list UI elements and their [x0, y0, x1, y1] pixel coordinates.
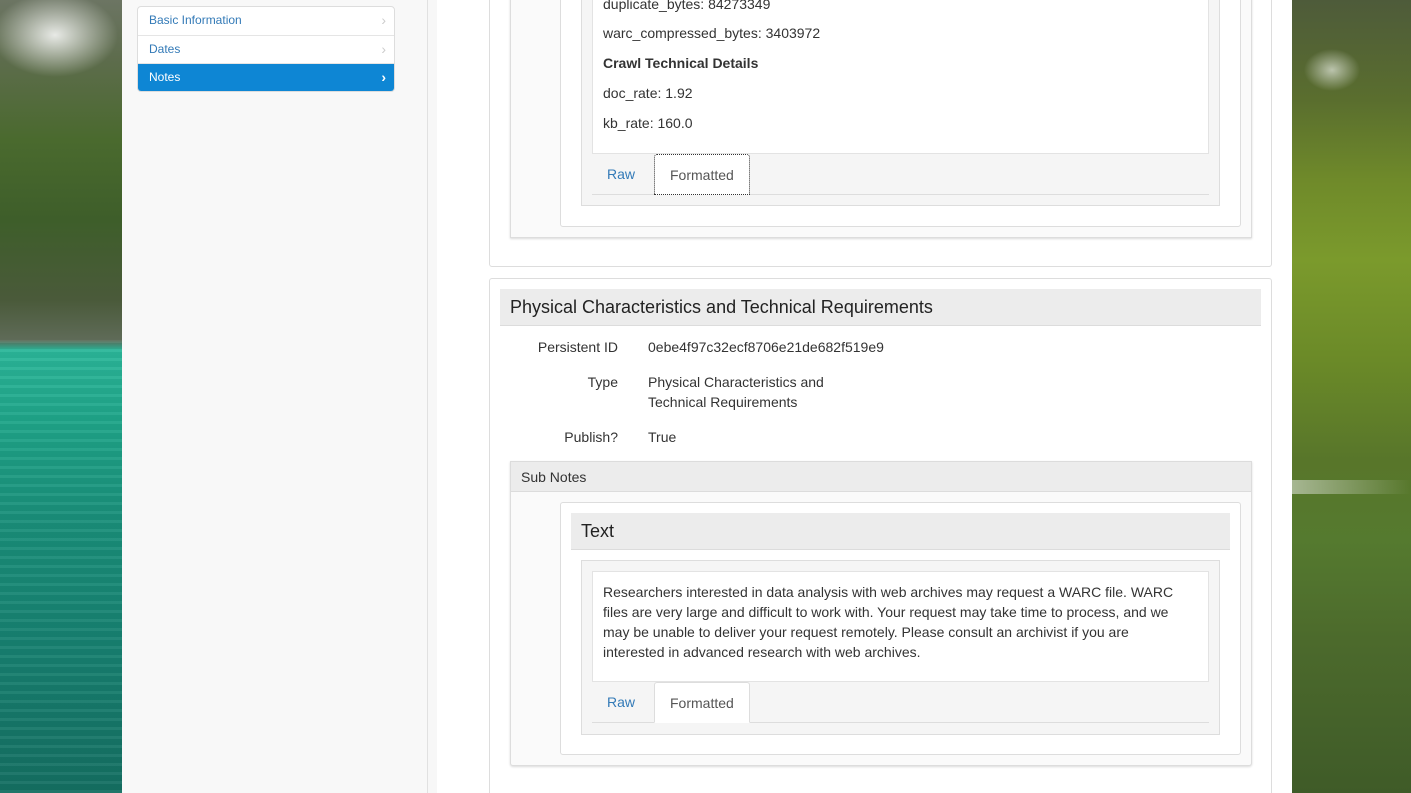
- sidebar-item-dates[interactable]: Dates ›: [138, 35, 394, 63]
- kb-rate-line: kb_rate: 160.0: [603, 115, 693, 131]
- type-value: Physical Characteristics and Technical R…: [648, 372, 824, 412]
- note-content-line: Researchers interested in data analysis …: [603, 584, 1174, 600]
- type-label: Type: [587, 374, 618, 390]
- chevron-right-icon: ›: [381, 41, 386, 57]
- persistent-id-label: Persistent ID: [537, 339, 618, 355]
- sidebar-item-label: Basic Information: [149, 13, 242, 27]
- chevron-right-icon: ›: [381, 12, 386, 28]
- publish-value: True: [648, 429, 677, 445]
- warc-compressed-bytes-line: warc_compressed_bytes: 3403972: [603, 25, 821, 41]
- publish-label: Publish?: [564, 429, 618, 445]
- sub-notes-header: Sub Notes: [510, 461, 1252, 492]
- note-content-line: may be unable to deliver your request re…: [603, 624, 1129, 640]
- sidebar-item-notes[interactable]: Notes ›: [138, 63, 394, 91]
- view-tabs-previous: Raw Formatted: [592, 154, 1209, 195]
- type-value-line: Technical Requirements: [648, 394, 798, 410]
- type-value-line: Physical Characteristics and: [648, 374, 824, 390]
- subnote-title: Text: [571, 513, 1230, 550]
- note-content-line: interested in advanced research with web…: [603, 644, 921, 660]
- sidebar-item-basic-information[interactable]: Basic Information ›: [138, 7, 394, 35]
- duplicate-bytes-line: duplicate_bytes: 84273349: [603, 0, 771, 12]
- sidebar: Basic Information › Dates › Notes ›: [122, 0, 428, 793]
- note-content-text: Researchers interested in data analysis …: [603, 582, 1203, 662]
- chevron-right-icon: ›: [381, 69, 386, 85]
- record-section-nav: Basic Information › Dates › Notes ›: [137, 6, 395, 92]
- crawl-technical-details-heading: Crawl Technical Details: [603, 55, 759, 71]
- note-title: Physical Characteristics and Technical R…: [500, 289, 1261, 326]
- tab-raw[interactable]: Raw: [592, 154, 650, 195]
- tab-formatted[interactable]: Formatted: [654, 154, 750, 195]
- persistent-id-value: 0ebe4f97c32ecf8706e21de682f519e9: [648, 339, 884, 355]
- desktop-background-right: [1292, 0, 1411, 793]
- desktop-background-left: [0, 0, 122, 793]
- note-content-line: files are very large and difficult to wo…: [603, 604, 1169, 620]
- view-tabs: Raw Formatted: [592, 682, 1209, 723]
- doc-rate-line: doc_rate: 1.92: [603, 85, 693, 101]
- sidebar-item-label: Notes: [149, 70, 181, 84]
- tab-formatted[interactable]: Formatted: [654, 682, 750, 723]
- tab-raw[interactable]: Raw: [592, 682, 650, 723]
- sidebar-item-label: Dates: [149, 42, 181, 56]
